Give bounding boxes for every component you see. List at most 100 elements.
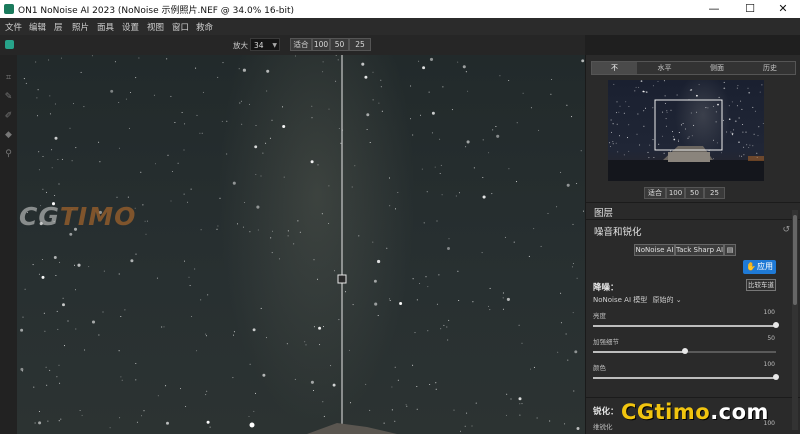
star [54, 103, 56, 105]
preview-50-button[interactable]: 50 [685, 187, 704, 199]
star [748, 91, 751, 94]
star [98, 141, 100, 143]
star [311, 117, 313, 119]
slider-thumb[interactable] [773, 374, 779, 380]
tab-none[interactable]: 不 [592, 62, 637, 74]
scrollbar-thumb[interactable] [793, 215, 797, 305]
star [749, 144, 751, 146]
star [118, 350, 120, 352]
image-canvas[interactable]: CGTIMO [17, 55, 585, 434]
minimize-button[interactable]: — [697, 0, 731, 18]
star [428, 91, 430, 93]
luminance-slider[interactable] [593, 322, 779, 328]
panel-scrollbar[interactable] [792, 210, 798, 430]
star [73, 103, 74, 105]
star [206, 390, 208, 392]
menu-settings[interactable]: 设置 [122, 21, 139, 33]
navigator-preview[interactable] [608, 80, 764, 181]
star [45, 366, 47, 368]
filter-options-icon[interactable]: ▤ [724, 244, 736, 256]
zoom-50-button[interactable]: 50 [330, 38, 349, 51]
slider-thumb[interactable] [773, 322, 779, 328]
apply-button[interactable]: ✋应用 [743, 260, 776, 274]
star [499, 75, 501, 77]
preview-fit-button[interactable]: 适合 [644, 187, 666, 199]
star [256, 205, 260, 209]
star [427, 330, 429, 332]
star [84, 349, 86, 351]
star [62, 303, 65, 307]
zoom-icon[interactable]: ⚲ [3, 149, 14, 160]
retouch-icon[interactable]: ◆ [3, 130, 14, 141]
compare-lanes-button[interactable]: 比较车道 [746, 279, 776, 291]
star [305, 344, 307, 346]
preview-100-button[interactable]: 100 [666, 187, 685, 199]
star [616, 112, 617, 114]
star [335, 80, 337, 82]
menu-layer[interactable]: 层 [54, 21, 63, 33]
slider-thumb[interactable] [681, 348, 688, 354]
slider-fill [593, 351, 685, 353]
noise-section-title[interactable]: 噪音和锐化 [594, 224, 642, 238]
star [448, 238, 450, 240]
star [272, 230, 273, 232]
maximize-button[interactable]: ☐ [733, 0, 767, 18]
star [140, 171, 142, 173]
star [244, 202, 246, 203]
reset-icon[interactable]: ↺ [782, 225, 790, 235]
star [205, 394, 207, 396]
menu-file[interactable]: 文件 [5, 21, 22, 33]
star [462, 65, 466, 69]
menu-photo[interactable]: 照片 [72, 21, 89, 33]
star [200, 229, 202, 231]
menu-help[interactable]: 救命 [196, 21, 213, 33]
star [741, 155, 743, 157]
star [718, 96, 720, 98]
star [219, 197, 221, 199]
star [636, 133, 638, 135]
star [709, 149, 711, 151]
star [381, 110, 383, 112]
model-selector[interactable]: NoNoise AI 模型 原始的 ⌄ [593, 295, 682, 305]
star [635, 86, 637, 88]
star [701, 153, 703, 155]
tab-horizontal[interactable]: 水平 [642, 62, 687, 74]
zoom-fit-button[interactable]: 适合 [290, 38, 312, 51]
star [196, 114, 198, 116]
star [495, 126, 497, 127]
star [165, 385, 167, 387]
tab-history[interactable]: 历史 [745, 62, 795, 74]
star [46, 384, 48, 386]
star [205, 333, 207, 335]
detail-slider[interactable] [593, 348, 776, 354]
star [163, 326, 165, 328]
star [489, 287, 491, 289]
perfect-brush-icon[interactable]: ✐ [3, 111, 14, 122]
star [627, 137, 628, 139]
star [698, 84, 700, 86]
tab-side[interactable]: 侧面 [692, 62, 742, 74]
zoom-25-button[interactable]: 25 [349, 38, 371, 51]
color-slider[interactable] [593, 374, 779, 380]
menu-view[interactable]: 视图 [147, 21, 164, 33]
menu-mask[interactable]: 面具 [97, 21, 114, 33]
crop-icon[interactable]: ⌗ [3, 73, 14, 84]
zoom-100-button[interactable]: 100 [312, 38, 330, 51]
preview-25-button[interactable]: 25 [704, 187, 725, 199]
layers-title[interactable]: 图层 [594, 205, 613, 219]
close-button[interactable]: ✕ [766, 0, 800, 18]
star [653, 157, 655, 158]
divider [586, 397, 800, 398]
nonoise-ai-button[interactable]: NoNoise AI [634, 244, 675, 256]
star [135, 379, 137, 381]
tack-sharp-ai-button[interactable]: Tack Sharp AI [675, 244, 724, 256]
brush-icon[interactable]: ✎ [3, 92, 14, 103]
star [254, 145, 258, 149]
star [690, 112, 692, 114]
menu-edit[interactable]: 编辑 [29, 21, 46, 33]
star [530, 107, 532, 109]
menu-window[interactable]: 窗口 [172, 21, 189, 33]
star [623, 154, 625, 156]
star [232, 377, 234, 379]
zoom-dropdown[interactable]: 34 ▼ [250, 38, 280, 51]
